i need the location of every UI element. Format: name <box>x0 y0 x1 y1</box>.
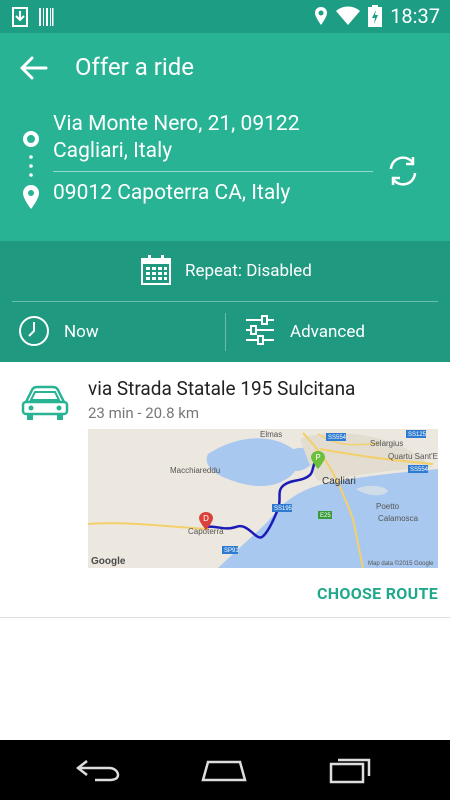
battery-charging-icon <box>368 5 383 27</box>
advanced-label: Advanced <box>290 322 365 342</box>
status-time: 18:37 <box>390 4 440 28</box>
map-label: Elmas <box>260 430 282 439</box>
road-shield: SS554 <box>410 467 429 473</box>
google-logo: Google <box>91 556 126 567</box>
time-label: Now <box>64 322 99 342</box>
status-bar: 18:37 <box>0 0 450 33</box>
swap-addresses-icon[interactable] <box>385 153 421 189</box>
nav-home-icon[interactable] <box>200 758 248 782</box>
map-start-marker: P <box>315 453 320 462</box>
location-icon <box>315 7 328 25</box>
system-nav-bar <box>0 740 450 800</box>
map-credit: Map data ©2015 Google <box>368 560 434 567</box>
clock-icon <box>19 316 49 346</box>
page-title: Offer a ride <box>75 53 194 81</box>
road-shield: SS554 <box>328 435 347 441</box>
map-label: Quartu Sant'Elena <box>388 452 438 461</box>
nav-back-icon[interactable] <box>75 758 121 782</box>
road-shield: SP91 <box>224 548 239 554</box>
wifi-icon <box>336 6 361 25</box>
route-map[interactable]: P D Elmas Selargius Quartu Sant'Elena Ma… <box>88 429 438 568</box>
map-label: Capoterra <box>188 527 224 536</box>
time-now-button[interactable]: Now <box>0 302 225 362</box>
road-shield: SS125 <box>408 432 427 438</box>
route-rail-icon <box>23 131 39 209</box>
barcode-icon <box>39 8 54 26</box>
map-label: Selargius <box>370 439 403 448</box>
ride-options-panel: Repeat: Disabled Now Advanced <box>0 241 450 362</box>
origin-address-field[interactable]: Via Monte Nero, 21, 09122 Cagliari, Ital… <box>53 111 373 172</box>
car-icon <box>21 385 69 420</box>
nav-recent-apps-icon[interactable] <box>328 754 374 784</box>
calendar-icon <box>141 255 171 285</box>
sliders-icon <box>246 315 274 345</box>
route-name: via Strada Statale 195 Sulcitana <box>88 377 356 400</box>
repeat-button[interactable]: Repeat: Disabled <box>0 241 450 301</box>
route-card: via Strada Statale 195 Sulcitana 23 min … <box>0 362 450 618</box>
route-duration-distance: 23 min - 20.8 km <box>88 404 199 422</box>
road-shield: SS195 <box>274 506 293 512</box>
repeat-label: Repeat: Disabled <box>185 261 312 281</box>
road-shield: E25 <box>320 513 331 519</box>
download-icon <box>12 7 28 27</box>
map-label: Cagliari <box>322 476 356 487</box>
map-end-marker: D <box>203 514 209 523</box>
choose-route-button[interactable]: CHOOSE ROUTE <box>317 584 438 603</box>
map-label: Poetto <box>376 502 400 511</box>
app-header: Offer a ride Via Monte Nero, 21, 09122 C… <box>0 33 450 241</box>
back-arrow-icon[interactable] <box>18 53 50 83</box>
advanced-button[interactable]: Advanced <box>226 302 450 362</box>
destination-address-field[interactable]: 09012 Capoterra CA, Italy <box>53 181 290 205</box>
map-label: Calamosca <box>378 514 419 523</box>
map-label: Macchiareddu <box>170 466 220 475</box>
